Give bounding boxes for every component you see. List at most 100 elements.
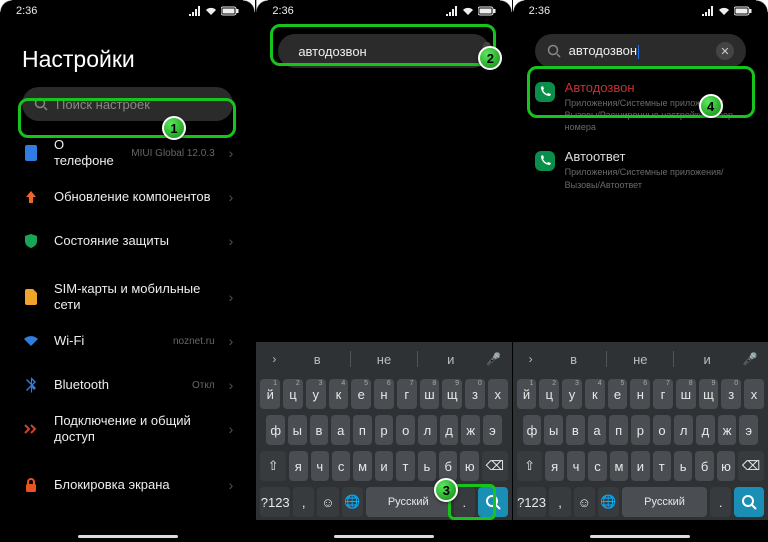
key-backspace[interactable]: ⌫ bbox=[738, 451, 764, 481]
chevron-right-icon[interactable]: › bbox=[264, 352, 284, 366]
key-б[interactable]: б bbox=[439, 451, 457, 481]
key-н[interactable]: н6 bbox=[630, 379, 650, 409]
search-result-autoanswer[interactable]: Автоответ Приложения/Системные приложени… bbox=[513, 141, 768, 198]
key-я[interactable]: я bbox=[545, 451, 563, 481]
key-а[interactable]: а bbox=[331, 415, 350, 445]
row-update-components[interactable]: Обновление компонентов › bbox=[22, 175, 233, 219]
chevron-right-icon[interactable]: › bbox=[521, 352, 541, 366]
key-emoji[interactable]: ☺ bbox=[574, 487, 595, 517]
key-ф[interactable]: ф bbox=[523, 415, 542, 445]
key-д[interactable]: д bbox=[696, 415, 715, 445]
search-result-autodial[interactable]: Автодозвон Приложения/Системные приложен… bbox=[513, 72, 768, 141]
key-щ[interactable]: щ9 bbox=[442, 379, 462, 409]
key-т[interactable]: т bbox=[396, 451, 414, 481]
key-з[interactable]: з0 bbox=[721, 379, 741, 409]
nav-handle[interactable] bbox=[590, 535, 690, 538]
key-в[interactable]: в bbox=[566, 415, 585, 445]
key-ы[interactable]: ы bbox=[288, 415, 307, 445]
key-ж[interactable]: ж bbox=[461, 415, 480, 445]
suggestion[interactable]: в bbox=[288, 352, 346, 367]
row-sim-networks[interactable]: SIM-карты и мобильные сети › bbox=[22, 275, 233, 319]
key-р[interactable]: р bbox=[375, 415, 394, 445]
key-л[interactable]: л bbox=[674, 415, 693, 445]
key-ж[interactable]: ж bbox=[718, 415, 737, 445]
settings-search[interactable]: ✕ bbox=[278, 34, 489, 68]
key-е[interactable]: е5 bbox=[608, 379, 628, 409]
key-х[interactable]: х bbox=[744, 379, 764, 409]
key-й[interactable]: й1 bbox=[517, 379, 537, 409]
key-search[interactable] bbox=[478, 487, 508, 517]
key-г[interactable]: г7 bbox=[397, 379, 417, 409]
key-о[interactable]: о bbox=[396, 415, 415, 445]
key-г[interactable]: г7 bbox=[653, 379, 673, 409]
key-у[interactable]: у3 bbox=[306, 379, 326, 409]
row-security-status[interactable]: Состояние защиты › bbox=[22, 219, 233, 263]
key-ч[interactable]: ч bbox=[567, 451, 585, 481]
settings-search[interactable]: автодозвон ✕ bbox=[535, 34, 746, 68]
row-bluetooth[interactable]: Bluetooth Откл › bbox=[22, 363, 233, 407]
suggestion[interactable]: и bbox=[678, 352, 736, 367]
key-р[interactable]: р bbox=[631, 415, 650, 445]
key-с[interactable]: с bbox=[588, 451, 606, 481]
key-symbols[interactable]: ?123 bbox=[517, 487, 547, 517]
key-ч[interactable]: ч bbox=[311, 451, 329, 481]
row-about-phone[interactable]: О телефоне MIUI Global 12.0.3 › bbox=[22, 131, 233, 175]
key-ф[interactable]: ф bbox=[266, 415, 285, 445]
key-я[interactable]: я bbox=[289, 451, 307, 481]
key-л[interactable]: л bbox=[418, 415, 437, 445]
key-ь[interactable]: ь bbox=[418, 451, 436, 481]
row-wifi[interactable]: Wi-Fi noznet.ru › bbox=[22, 319, 233, 363]
key-у[interactable]: у3 bbox=[562, 379, 582, 409]
clear-search-button[interactable]: ✕ bbox=[716, 42, 734, 60]
key-д[interactable]: д bbox=[440, 415, 459, 445]
mic-icon[interactable]: 🎤 bbox=[740, 352, 760, 366]
key-shift[interactable]: ⇧ bbox=[517, 451, 543, 481]
key-о[interactable]: о bbox=[653, 415, 672, 445]
nav-handle[interactable] bbox=[334, 535, 434, 538]
key-п[interactable]: п bbox=[353, 415, 372, 445]
settings-search[interactable]: Поиск настроек bbox=[22, 87, 233, 121]
key-е[interactable]: е5 bbox=[351, 379, 371, 409]
key-globe[interactable]: 🌐 bbox=[342, 487, 363, 517]
key-т[interactable]: т bbox=[653, 451, 671, 481]
key-э[interactable]: э bbox=[483, 415, 502, 445]
key-shift[interactable]: ⇧ bbox=[260, 451, 286, 481]
mic-icon[interactable]: 🎤 bbox=[484, 352, 504, 366]
key-ы[interactable]: ы bbox=[544, 415, 563, 445]
suggestion[interactable]: не bbox=[611, 352, 669, 367]
key-ц[interactable]: ц2 bbox=[539, 379, 559, 409]
nav-handle[interactable] bbox=[78, 535, 178, 538]
key-в[interactable]: в bbox=[310, 415, 329, 445]
key-dot[interactable]: . bbox=[710, 487, 731, 517]
key-space[interactable]: Русский bbox=[622, 487, 707, 517]
key-м[interactable]: м bbox=[353, 451, 371, 481]
key-backspace[interactable]: ⌫ bbox=[482, 451, 508, 481]
key-ш[interactable]: ш8 bbox=[420, 379, 440, 409]
key-ц[interactable]: ц2 bbox=[283, 379, 303, 409]
suggestion[interactable]: не bbox=[355, 352, 413, 367]
key-ю[interactable]: ю bbox=[460, 451, 478, 481]
key-ю[interactable]: ю bbox=[717, 451, 735, 481]
search-input[interactable] bbox=[298, 44, 474, 59]
key-н[interactable]: н6 bbox=[374, 379, 394, 409]
key-ш[interactable]: ш8 bbox=[676, 379, 696, 409]
row-connection-sharing[interactable]: Подключение и общий доступ › bbox=[22, 407, 233, 451]
key-с[interactable]: с bbox=[332, 451, 350, 481]
key-и[interactable]: и bbox=[631, 451, 649, 481]
key-к[interactable]: к4 bbox=[329, 379, 349, 409]
search-input[interactable]: автодозвон bbox=[569, 43, 639, 59]
key-м[interactable]: м bbox=[610, 451, 628, 481]
key-emoji[interactable]: ☺ bbox=[317, 487, 338, 517]
key-к[interactable]: к4 bbox=[585, 379, 605, 409]
key-search[interactable] bbox=[734, 487, 764, 517]
key-и[interactable]: и bbox=[375, 451, 393, 481]
row-lock-screen[interactable]: Блокировка экрана › bbox=[22, 463, 233, 507]
suggestion[interactable]: и bbox=[422, 352, 480, 367]
key-п[interactable]: п bbox=[609, 415, 628, 445]
suggestion[interactable]: в bbox=[545, 352, 603, 367]
key-х[interactable]: х bbox=[488, 379, 508, 409]
key-symbols[interactable]: ?123 bbox=[260, 487, 290, 517]
key-б[interactable]: б bbox=[695, 451, 713, 481]
key-э[interactable]: э bbox=[739, 415, 758, 445]
key-globe[interactable]: 🌐 bbox=[598, 487, 619, 517]
